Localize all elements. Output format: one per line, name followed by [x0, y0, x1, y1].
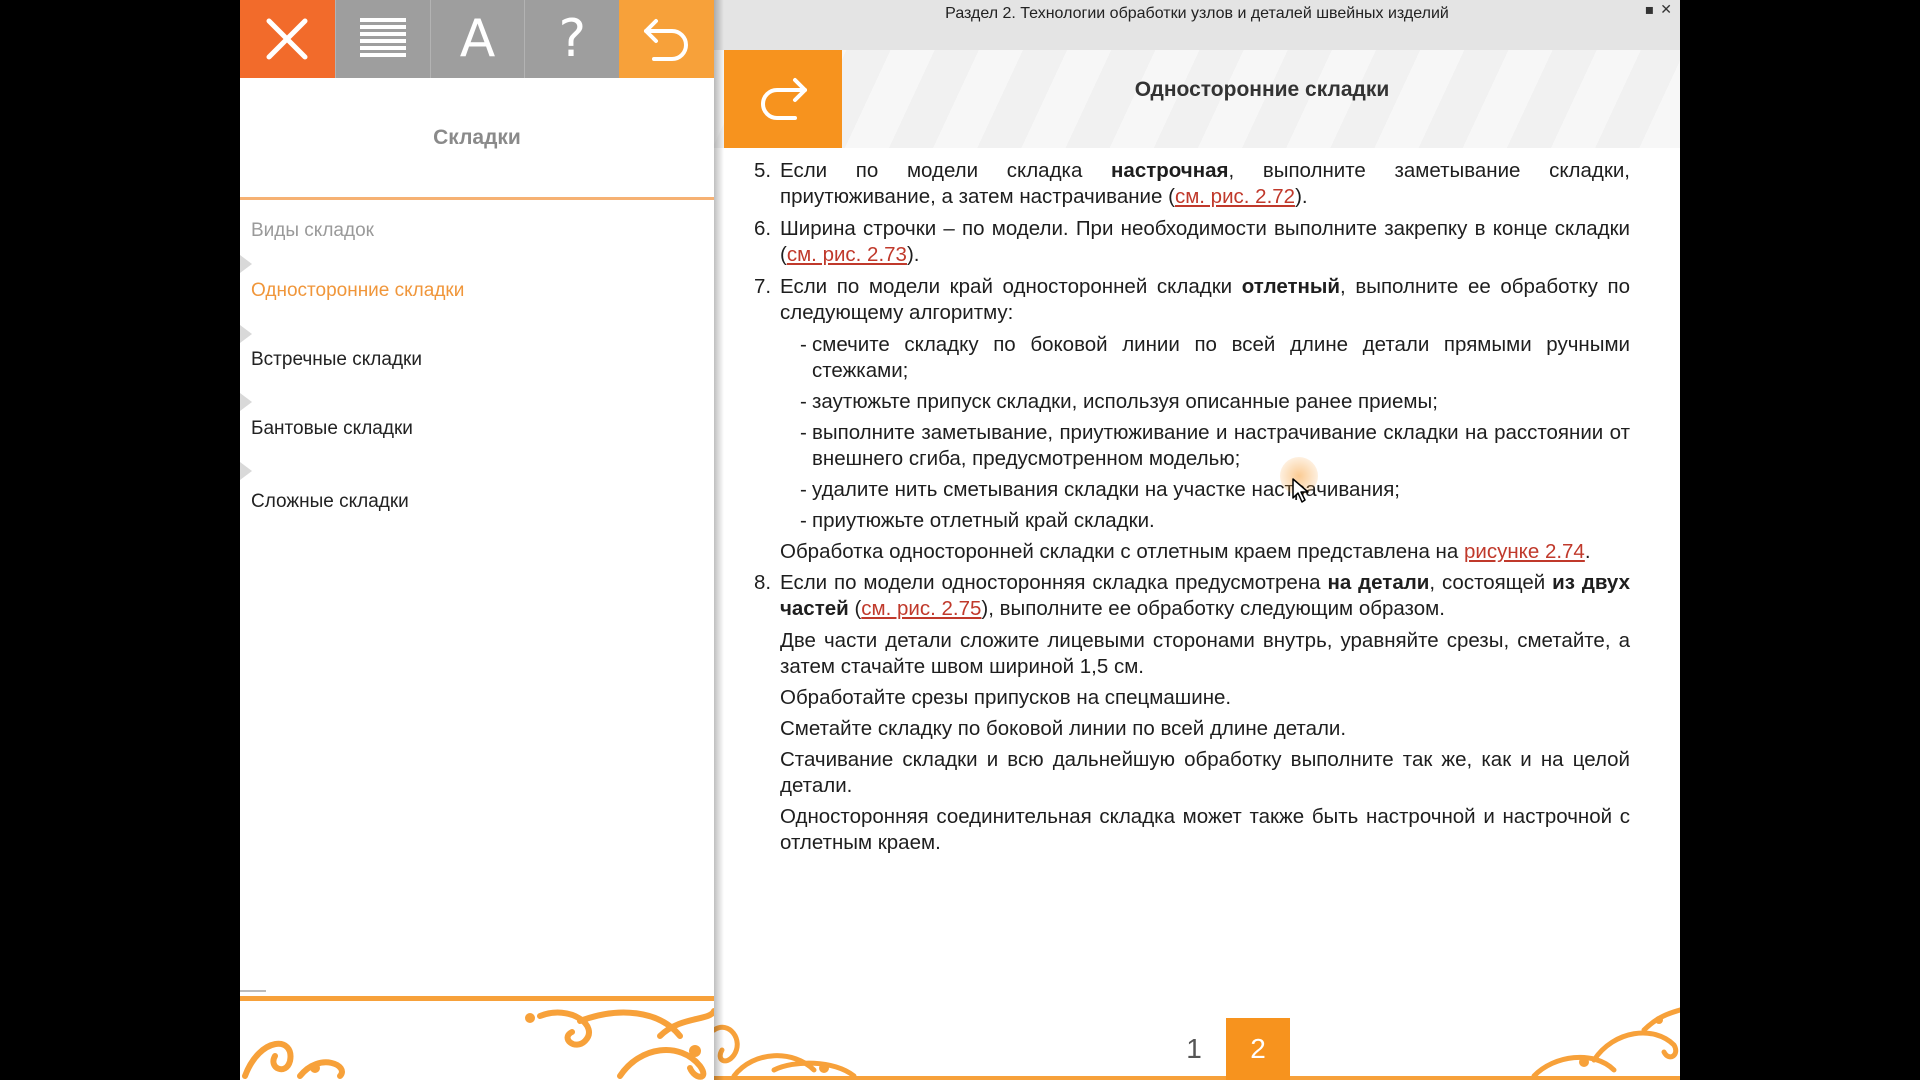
- sub-step-text: смечите складку по боковой линии по всей…: [812, 333, 1630, 382]
- text: (: [848, 597, 862, 620]
- toc-marker: [240, 325, 252, 343]
- figure-link[interactable]: см. рис. 2.73: [787, 243, 907, 266]
- toc-marker: [240, 393, 252, 411]
- page-title: Односторонние складки: [1134, 78, 1390, 101]
- text: ).: [906, 243, 920, 266]
- item-number: 8.: [754, 571, 772, 594]
- sub-step-text: заутюжьте припуск складки, используя опи…: [812, 390, 1438, 413]
- list-item: 6. Ширина строчки – по модели. При необх…: [754, 216, 1630, 268]
- figure-link[interactable]: см. рис. 2.75: [861, 597, 981, 620]
- content-panel: Раздел 2. Технологии обработки узлов и д…: [714, 0, 1680, 1080]
- sub-step: - заутюжьте припуск складки, используя оп…: [800, 390, 1438, 413]
- item-number: 6.: [754, 217, 772, 240]
- sub-step: - смечите складку по боковой линии по все…: [800, 333, 1630, 382]
- paragraph: Стачивание складки и всю дальнейшую обра…: [780, 748, 1630, 797]
- window-controls: ▪ ✕: [1645, 2, 1672, 18]
- text: Если по модели складка: [780, 159, 1112, 182]
- bold-text: на детали: [1327, 571, 1430, 594]
- ebook-window: A ? Складки Виды складок Односторонние с…: [240, 0, 1680, 1080]
- help-icon: ?: [558, 9, 587, 69]
- sidebar-title: Складки: [240, 78, 714, 198]
- pagination: 1 2: [1162, 1018, 1290, 1080]
- text: ).: [1295, 185, 1308, 208]
- paragraph: Обработка односторонней складки с отлетн…: [754, 539, 1630, 565]
- sub-step: - удалите нить сметывания складки на учас…: [800, 478, 1401, 501]
- toc-item-box[interactable]: Бантовые складки: [251, 418, 413, 440]
- toc-item-complex[interactable]: Сложные складки: [251, 491, 409, 513]
- sub-step: - приутюжьте отлетный край складки.: [800, 509, 1155, 532]
- redo-arrow-icon: [761, 78, 807, 120]
- article-body: 5. Если по модели складка настрочная, вы…: [754, 158, 1630, 861]
- minimize-button[interactable]: ▪: [1645, 2, 1655, 18]
- help-button[interactable]: ?: [524, 0, 620, 78]
- close-button[interactable]: [240, 0, 335, 78]
- bold-text: отлетный: [1241, 275, 1340, 298]
- text: Если по модели край односторонней складк…: [780, 275, 1242, 298]
- contents-button[interactable]: [334, 0, 430, 78]
- scroll-indicator: [240, 990, 266, 992]
- toc-item-one-sided[interactable]: Односторонние складки: [251, 280, 464, 302]
- item-number: 7.: [754, 275, 772, 298]
- list-item: 5. Если по модели складка настрочная, вы…: [754, 158, 1630, 210]
- undo-arrow-icon: [643, 19, 688, 61]
- font-icon: A: [459, 9, 496, 69]
- paragraph: Обработайте срезы припусков на спецмашин…: [780, 686, 1232, 709]
- section-title: Раздел 2. Технологии обработки узлов и д…: [945, 5, 1449, 22]
- paragraph: Сметайте складку по боковой линии по все…: [780, 717, 1347, 740]
- mouse-pointer-icon: [1292, 478, 1309, 503]
- title-bar: Раздел 2. Технологии обработки узлов и д…: [714, 0, 1680, 50]
- list-item: 7. Если по модели край односторонней скл…: [754, 274, 1630, 326]
- toolbar: A ?: [240, 0, 714, 78]
- toc-heading: Виды складок: [251, 220, 374, 241]
- font-button[interactable]: A: [429, 0, 525, 78]
- toc-marker: [240, 255, 252, 273]
- close-icon: [266, 18, 308, 60]
- sub-step-text: приутюжьте отлетный край складки.: [812, 509, 1155, 532]
- text: Если по модели односторонняя складка пре…: [780, 571, 1328, 594]
- sidebar: A ? Складки Виды складок Односторонние с…: [240, 0, 714, 1080]
- forward-button[interactable]: [724, 50, 842, 148]
- list-item: 8. Если по модели односторонняя складка …: [754, 570, 1630, 622]
- toc-item-counter[interactable]: Встречные складки: [251, 349, 422, 371]
- floral-ornament: [240, 996, 714, 1080]
- page-fold-shadow: [714, 0, 724, 1080]
- text: , состоящей: [1429, 571, 1553, 594]
- back-button[interactable]: [619, 0, 714, 78]
- page-1-button[interactable]: 1: [1162, 1018, 1226, 1080]
- toc-marker: [240, 462, 252, 480]
- paragraph: Две части детали сложите лицевыми сторон…: [780, 629, 1630, 678]
- window-close-button[interactable]: ✕: [1660, 2, 1672, 18]
- figure-link[interactable]: см. рис. 2.72: [1175, 185, 1295, 208]
- divider: [240, 197, 714, 200]
- sidebar-title-text: Складки: [433, 126, 521, 149]
- text: .: [1584, 540, 1591, 563]
- sub-step: - выполните заметывание, приутюживание и …: [800, 421, 1630, 470]
- paragraph: Односторонняя соединительная складка мож…: [780, 805, 1630, 854]
- text: Обработка односторонней складки с отлетн…: [780, 540, 1464, 563]
- bold-text: настрочная: [1111, 159, 1229, 182]
- figure-link[interactable]: рисунке 2.74: [1464, 540, 1585, 563]
- page-2-button[interactable]: 2: [1226, 1018, 1290, 1080]
- text: ), выполните ее обработку следующим обра…: [981, 597, 1445, 620]
- menu-lines-icon: [359, 18, 406, 57]
- item-number: 5.: [754, 159, 772, 182]
- sub-step-text: выполните заметывание, приутюживание и н…: [812, 421, 1630, 470]
